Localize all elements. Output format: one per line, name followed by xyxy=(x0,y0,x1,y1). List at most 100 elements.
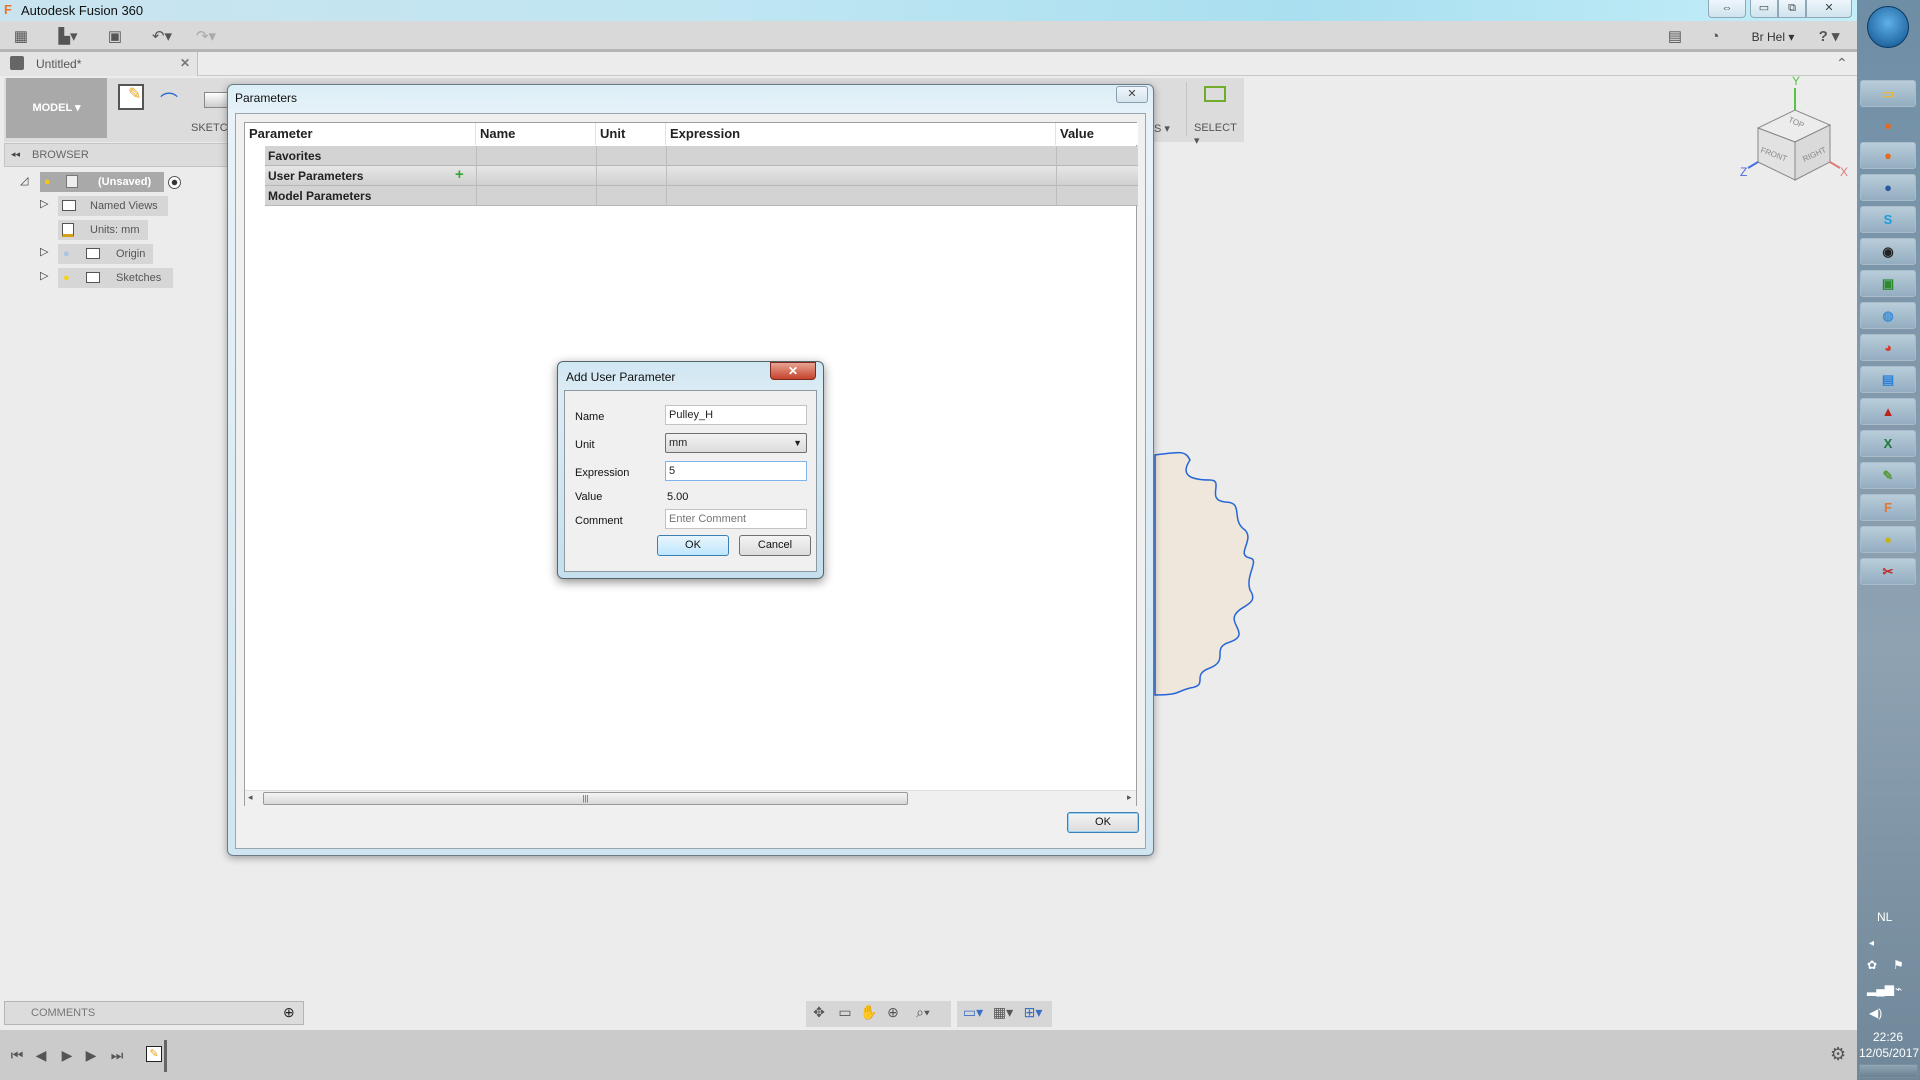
sync-status-icon[interactable]: ✿ xyxy=(1867,958,1877,972)
taskbar-app-firefox-2[interactable]: ● xyxy=(1860,142,1916,169)
scrollbar-thumb[interactable]: ||| xyxy=(263,792,908,805)
visibility-bulb-icon[interactable]: ● xyxy=(63,244,70,264)
visibility-bulb-icon[interactable]: ● xyxy=(44,172,51,192)
activate-component-radio[interactable] xyxy=(168,176,181,189)
comment-input[interactable] xyxy=(665,509,807,529)
show-hidden-icons-arrow[interactable]: ◂ xyxy=(1869,938,1874,949)
taskbar-app-excel[interactable]: X xyxy=(1860,430,1916,457)
language-indicator[interactable]: NL xyxy=(1877,910,1892,924)
expand-named-views-icon[interactable]: ▷ xyxy=(40,197,50,211)
show-desktop-button[interactable] xyxy=(1859,1064,1918,1078)
step-back-icon[interactable]: ◀ xyxy=(32,1044,50,1066)
browser-item-sketches[interactable]: ● Sketches xyxy=(58,268,173,288)
grid-menu-icon[interactable]: ▦ xyxy=(10,27,32,47)
taskbar-app-skype[interactable]: S xyxy=(1860,206,1916,233)
group-row-user-parameters[interactable]: User Parameters + xyxy=(265,166,1138,186)
taskbar-app-task-manager[interactable]: ▣ xyxy=(1860,270,1916,297)
visibility-bulb-icon[interactable]: ● xyxy=(63,268,70,288)
collapse-browser-icon[interactable]: ◂◂ xyxy=(11,149,20,160)
user-menu[interactable]: Br Hel ▾ xyxy=(1748,27,1798,47)
play-icon[interactable]: ▶ xyxy=(58,1044,76,1066)
display-settings-icon[interactable]: ▭▾ xyxy=(959,1001,987,1023)
expand-origin-icon[interactable]: ▷ xyxy=(40,245,50,259)
add-comment-icon[interactable]: ⊕ xyxy=(283,1004,295,1021)
collapse-root-icon[interactable]: ◿ xyxy=(20,174,30,188)
taskbar-app-chrome[interactable]: ◕ xyxy=(1860,334,1916,361)
network-signal-icon[interactable]: ▂▄▆ xyxy=(1867,982,1894,996)
orbit-icon[interactable]: ✥ xyxy=(806,1001,832,1023)
taskbar-app-keepass[interactable]: ◉ xyxy=(1860,238,1916,265)
column-header-expression[interactable]: Expression xyxy=(666,123,1056,145)
zoom-icon[interactable]: ⊕ xyxy=(882,1001,904,1023)
clock-date[interactable]: 12/05/2017 xyxy=(1859,1046,1919,1060)
redo-icon[interactable]: ↷▾ xyxy=(190,27,222,47)
add-user-parameter-icon[interactable]: + xyxy=(455,165,464,185)
select-group-label[interactable]: SELECT ▾ xyxy=(1194,122,1244,147)
power-plug-icon[interactable]: ⌁ xyxy=(1895,982,1902,996)
workspace-switcher[interactable]: MODEL ▾ xyxy=(6,78,107,138)
restore-size-button[interactable]: ⇔ xyxy=(1708,0,1746,18)
timeline-marker[interactable] xyxy=(164,1040,167,1072)
expression-input[interactable]: 5 xyxy=(665,461,807,481)
go-to-end-icon[interactable]: ⏭ xyxy=(108,1044,126,1066)
undo-icon[interactable]: ↶▾ xyxy=(146,27,178,47)
start-button[interactable] xyxy=(1867,6,1909,48)
minimize-button[interactable]: ▭ xyxy=(1750,0,1778,18)
comments-panel[interactable]: COMMENTS ⊕ xyxy=(4,1001,304,1025)
column-header-value[interactable]: Value xyxy=(1056,123,1138,145)
taskbar-app-acrobat[interactable]: ▲ xyxy=(1860,398,1916,425)
expand-sketches-icon[interactable]: ▷ xyxy=(40,269,50,283)
browser-item-units[interactable]: Units: mm xyxy=(58,220,148,240)
column-header-name[interactable]: Name xyxy=(476,123,596,145)
file-menu-icon[interactable]: ▙▾ xyxy=(52,27,84,47)
add-parameter-cancel-button[interactable]: Cancel xyxy=(739,535,811,556)
close-add-dialog-button[interactable]: ✕ xyxy=(770,362,816,380)
add-parameter-ok-button[interactable]: OK xyxy=(657,535,729,556)
action-center-flag-icon[interactable]: ⚑ xyxy=(1893,958,1904,972)
close-window-button[interactable]: ✕ xyxy=(1806,0,1852,18)
volume-icon[interactable]: ◀) xyxy=(1869,1006,1882,1020)
column-header-unit[interactable]: Unit xyxy=(596,123,666,145)
comment-icon[interactable]: ▤ xyxy=(1665,27,1685,47)
viewports-icon[interactable]: ⊞▾ xyxy=(1019,1001,1047,1023)
step-forward-icon[interactable]: ▶ xyxy=(82,1044,100,1066)
viewcube[interactable]: Y Z X TOP FRONT RIGHT xyxy=(1740,74,1850,190)
close-parameters-dialog-button[interactable]: ✕ xyxy=(1116,86,1148,103)
grid-settings-icon[interactable]: ▦▾ xyxy=(989,1001,1017,1023)
group-row-favorites[interactable]: Favorites xyxy=(265,146,1138,166)
taskbar-app-greenshot[interactable]: ● xyxy=(1860,526,1916,553)
inspect-group-label[interactable]: S ▾ xyxy=(1154,122,1170,135)
column-header-parameter[interactable]: Parameter xyxy=(245,123,476,145)
timeline-settings-gear-icon[interactable]: ⚙ xyxy=(1830,1044,1846,1065)
browser-item-named-views[interactable]: Named Views xyxy=(58,196,168,216)
browser-item-root[interactable]: ● (Unsaved) xyxy=(40,172,164,192)
clock-time[interactable]: 22:26 xyxy=(1873,1030,1903,1044)
taskbar-app-remote-desktop[interactable]: ▤ xyxy=(1860,366,1916,393)
taskbar-app-firefox[interactable]: ● xyxy=(1860,112,1916,139)
save-icon[interactable]: ▣ xyxy=(104,27,126,47)
taskbar-app-snipping-tool[interactable]: ✂ xyxy=(1860,558,1916,585)
name-input[interactable]: Pulley_H xyxy=(665,405,807,425)
scroll-right-arrow-icon[interactable]: ▸ xyxy=(1127,792,1132,803)
browser-item-origin[interactable]: ● Origin xyxy=(58,244,153,264)
job-status-icon[interactable]: ◔ xyxy=(1705,27,1725,47)
select-window-icon[interactable] xyxy=(1204,86,1226,102)
close-tab-icon[interactable]: ✕ xyxy=(180,56,190,70)
browser-header[interactable]: ◂◂ BROWSER xyxy=(4,143,234,167)
parameters-ok-button[interactable]: OK xyxy=(1067,812,1139,833)
look-at-icon[interactable]: ▭ xyxy=(834,1001,856,1023)
fit-window-icon[interactable]: ⌕▾ xyxy=(906,1001,940,1023)
document-tab[interactable]: Untitled* ✕ xyxy=(0,52,198,76)
taskbar-app-notepad[interactable]: ✎ xyxy=(1860,462,1916,489)
pan-hand-icon[interactable]: ✋ xyxy=(858,1001,880,1023)
scroll-left-arrow-icon[interactable]: ◂ xyxy=(248,792,253,803)
taskbar-app-thunderbird[interactable]: ● xyxy=(1860,174,1916,201)
collapse-ribbon-icon[interactable]: ⌃ xyxy=(1836,55,1848,72)
help-menu[interactable]: ? ▾ xyxy=(1812,27,1846,47)
taskbar-app-file-explorer[interactable]: ▭ xyxy=(1860,80,1916,107)
pulley-sketch-profile[interactable] xyxy=(1150,430,1260,710)
taskbar-app-torrent[interactable]: ◍ xyxy=(1860,302,1916,329)
line-tool-icon[interactable]: ⌒ xyxy=(160,88,190,112)
taskbar-app-fusion-360[interactable]: F xyxy=(1860,494,1916,521)
create-sketch-icon[interactable]: ✎ xyxy=(118,84,144,110)
